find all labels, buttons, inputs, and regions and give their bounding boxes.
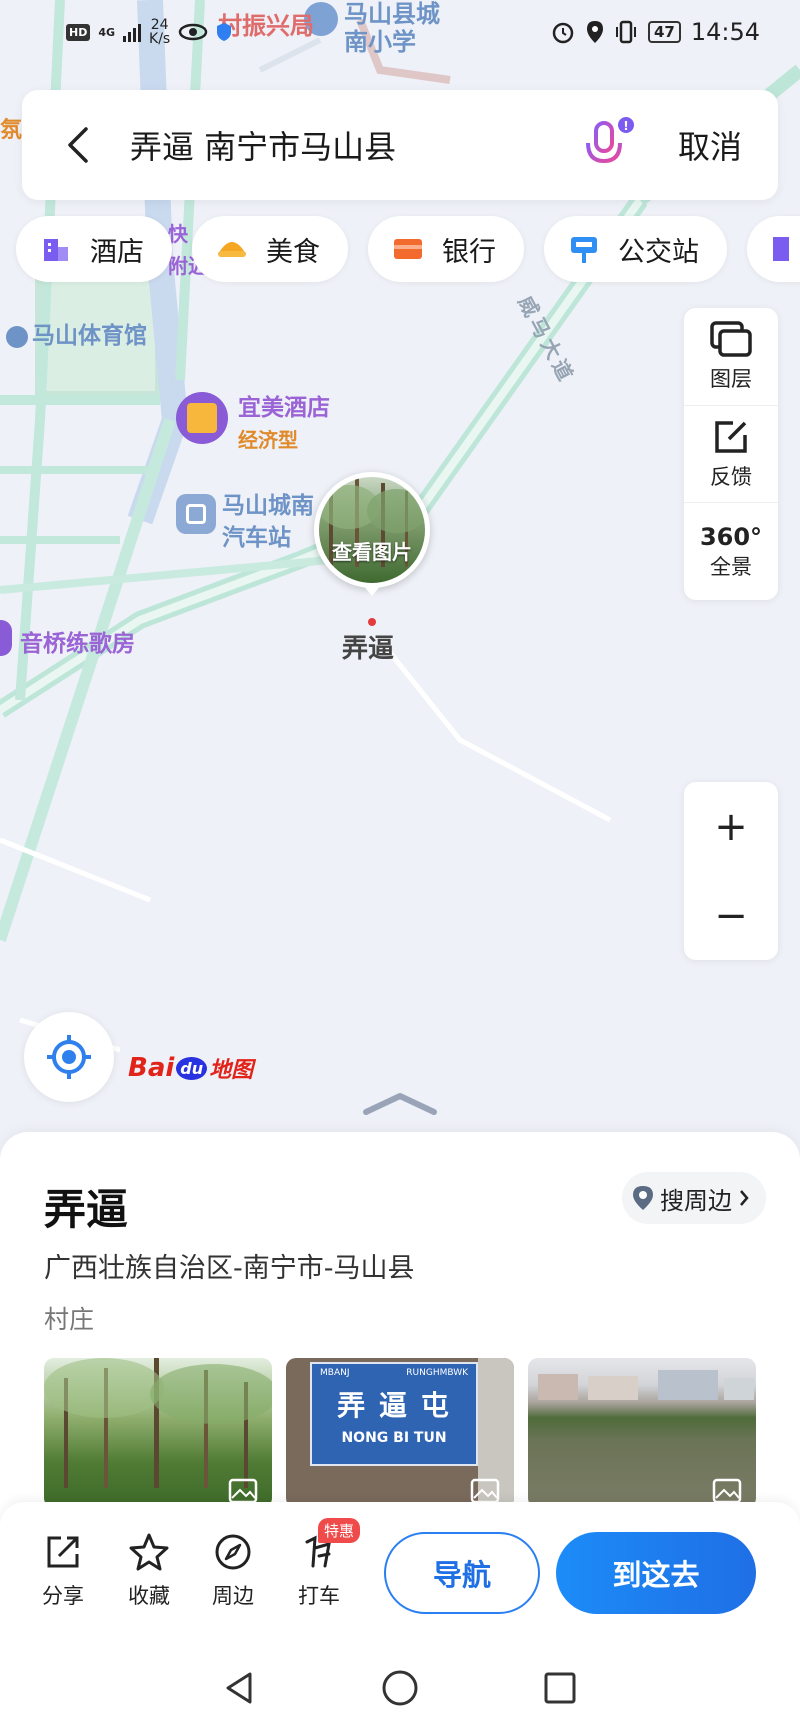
search-nearby-button[interactable]: 搜周边 — [622, 1172, 766, 1224]
place-title: 弄逼 — [44, 1185, 129, 1234]
poi-hotel-tag: 经济型 — [238, 428, 298, 452]
hotel-icon — [44, 239, 68, 261]
category-chips: 酒店 美食 银行 公交站 — [16, 216, 800, 282]
zoom-out-button[interactable]: − — [684, 871, 778, 960]
sheet-drag-handle[interactable] — [362, 1092, 438, 1116]
share-button[interactable]: 分享 — [28, 1532, 98, 1610]
share-icon — [47, 1536, 79, 1568]
image-icon — [228, 1478, 258, 1504]
image-icon — [712, 1478, 742, 1504]
alarm-icon — [552, 22, 574, 44]
place-photo-pin[interactable]: 查看图片 — [314, 472, 430, 588]
photo-village-sign[interactable]: MBANJ RUNGHMBWK 弄 逼 屯 NONG BI TUN — [286, 1358, 514, 1508]
favorite-button[interactable]: 收藏 — [114, 1532, 184, 1610]
chip-bank[interactable]: 银行 — [368, 216, 524, 282]
clock: 14:54 — [690, 18, 760, 46]
location-icon — [586, 21, 603, 43]
taxi-promo-badge: 特惠 — [318, 1518, 361, 1543]
poi-hotel-name[interactable]: 宜美酒店 — [238, 388, 330, 422]
pin-location-dot — [368, 618, 376, 626]
ktv-pin-icon — [0, 620, 12, 656]
zoom-controls: + − — [684, 782, 778, 960]
star-icon — [129, 1533, 169, 1571]
bus-station-icon — [176, 494, 216, 534]
eye-icon — [178, 23, 208, 41]
svg-text:!: ! — [623, 119, 628, 133]
village-sign: MBANJ RUNGHMBWK 弄 逼 屯 NONG BI TUN — [310, 1362, 478, 1466]
chip-food[interactable]: 美食 — [192, 216, 348, 282]
tree-photo-thumbnail — [319, 477, 425, 567]
go-here-button[interactable]: 到这去 — [556, 1532, 756, 1614]
place-category: 村庄 — [44, 1305, 95, 1334]
status-bar: HD 4G 24 K/s 47 14:54 — [0, 0, 800, 64]
stadium-icon — [6, 325, 28, 348]
system-navigation-bar — [0, 1642, 800, 1733]
battery-level: 47 — [647, 21, 681, 43]
poi-bus-station-line2: 汽车站 — [222, 525, 291, 551]
nearby-button[interactable]: 周边 — [198, 1532, 268, 1610]
building-icon — [773, 237, 789, 261]
compass-icon — [215, 1534, 251, 1570]
pin-tail — [362, 584, 382, 596]
chip-bus-stop[interactable]: 公交站 — [544, 216, 727, 282]
zoom-in-button[interactable]: + — [684, 782, 778, 871]
voice-search-button[interactable]: ! — [584, 115, 634, 175]
microphone-icon: ! — [585, 117, 634, 171]
photo-trees[interactable] — [44, 1358, 272, 1508]
edit-icon — [715, 421, 747, 453]
signal-icon — [123, 22, 142, 42]
panorama-360-icon: 360° — [699, 522, 763, 551]
search-input[interactable]: 弄逼 南宁市马山县 — [130, 122, 584, 168]
image-icon — [470, 1478, 500, 1504]
poi-stadium[interactable]: 马山体育馆 — [6, 316, 147, 350]
layers-icon — [710, 321, 752, 358]
chip-hotel[interactable]: 酒店 — [16, 216, 172, 282]
baidu-map-logo: Bai du 地图 — [128, 1053, 254, 1083]
place-address: 广西壮族自治区-南宁市-马山县 — [44, 1253, 415, 1284]
poi-bus-station-line1[interactable]: 马山城南 — [222, 486, 314, 520]
poi-left-edge: 氛 — [0, 118, 23, 143]
photo-pond[interactable] — [528, 1358, 756, 1508]
taxi-button[interactable]: 打车 — [284, 1532, 354, 1610]
hd-badge: HD — [66, 23, 91, 41]
food-icon — [218, 242, 246, 257]
recents-square-icon[interactable] — [540, 1668, 580, 1708]
location-pin-icon — [633, 1186, 653, 1210]
vibrate-icon — [615, 20, 636, 44]
chevron-left-icon — [68, 127, 88, 163]
action-bar: 分享 收藏 周边 打车 特惠 导航 到这去 — [0, 1502, 800, 1642]
home-circle-icon[interactable] — [380, 1668, 420, 1708]
network-type: 4G — [98, 25, 116, 39]
back-triangle-icon[interactable] — [220, 1668, 260, 1708]
poi-ktv[interactable]: 音桥练歌房 — [20, 624, 135, 658]
chevron-right-icon — [740, 1190, 749, 1206]
bus-stop-icon — [571, 237, 597, 263]
crosshair-icon — [47, 1035, 91, 1079]
shield-icon — [217, 23, 232, 41]
feedback-button[interactable]: 反馈 — [684, 404, 778, 503]
cancel-button[interactable]: 取消 — [678, 122, 742, 168]
map-tools-panel: 图层 反馈 360° 全景 — [684, 308, 778, 600]
pin-label: 弄逼 — [342, 634, 395, 664]
hotel-pin-icon[interactable] — [176, 392, 228, 444]
place-photos: MBANJ RUNGHMBWK 弄 逼 屯 NONG BI TUN — [44, 1358, 756, 1508]
search-bar[interactable]: 弄逼 南宁市马山县 ! 取消 — [22, 90, 778, 200]
network-speed: 24 K/s — [149, 17, 171, 47]
layers-button[interactable]: 图层 — [684, 308, 778, 405]
view-photos-caption[interactable]: 查看图片 — [319, 536, 425, 565]
chip-more[interactable] — [747, 216, 800, 282]
back-button[interactable] — [66, 125, 98, 165]
bank-card-icon — [394, 239, 422, 259]
locate-me-button[interactable] — [24, 1012, 114, 1102]
navigate-button[interactable]: 导航 — [384, 1532, 540, 1614]
panorama-button[interactable]: 360° 全景 — [684, 502, 778, 600]
